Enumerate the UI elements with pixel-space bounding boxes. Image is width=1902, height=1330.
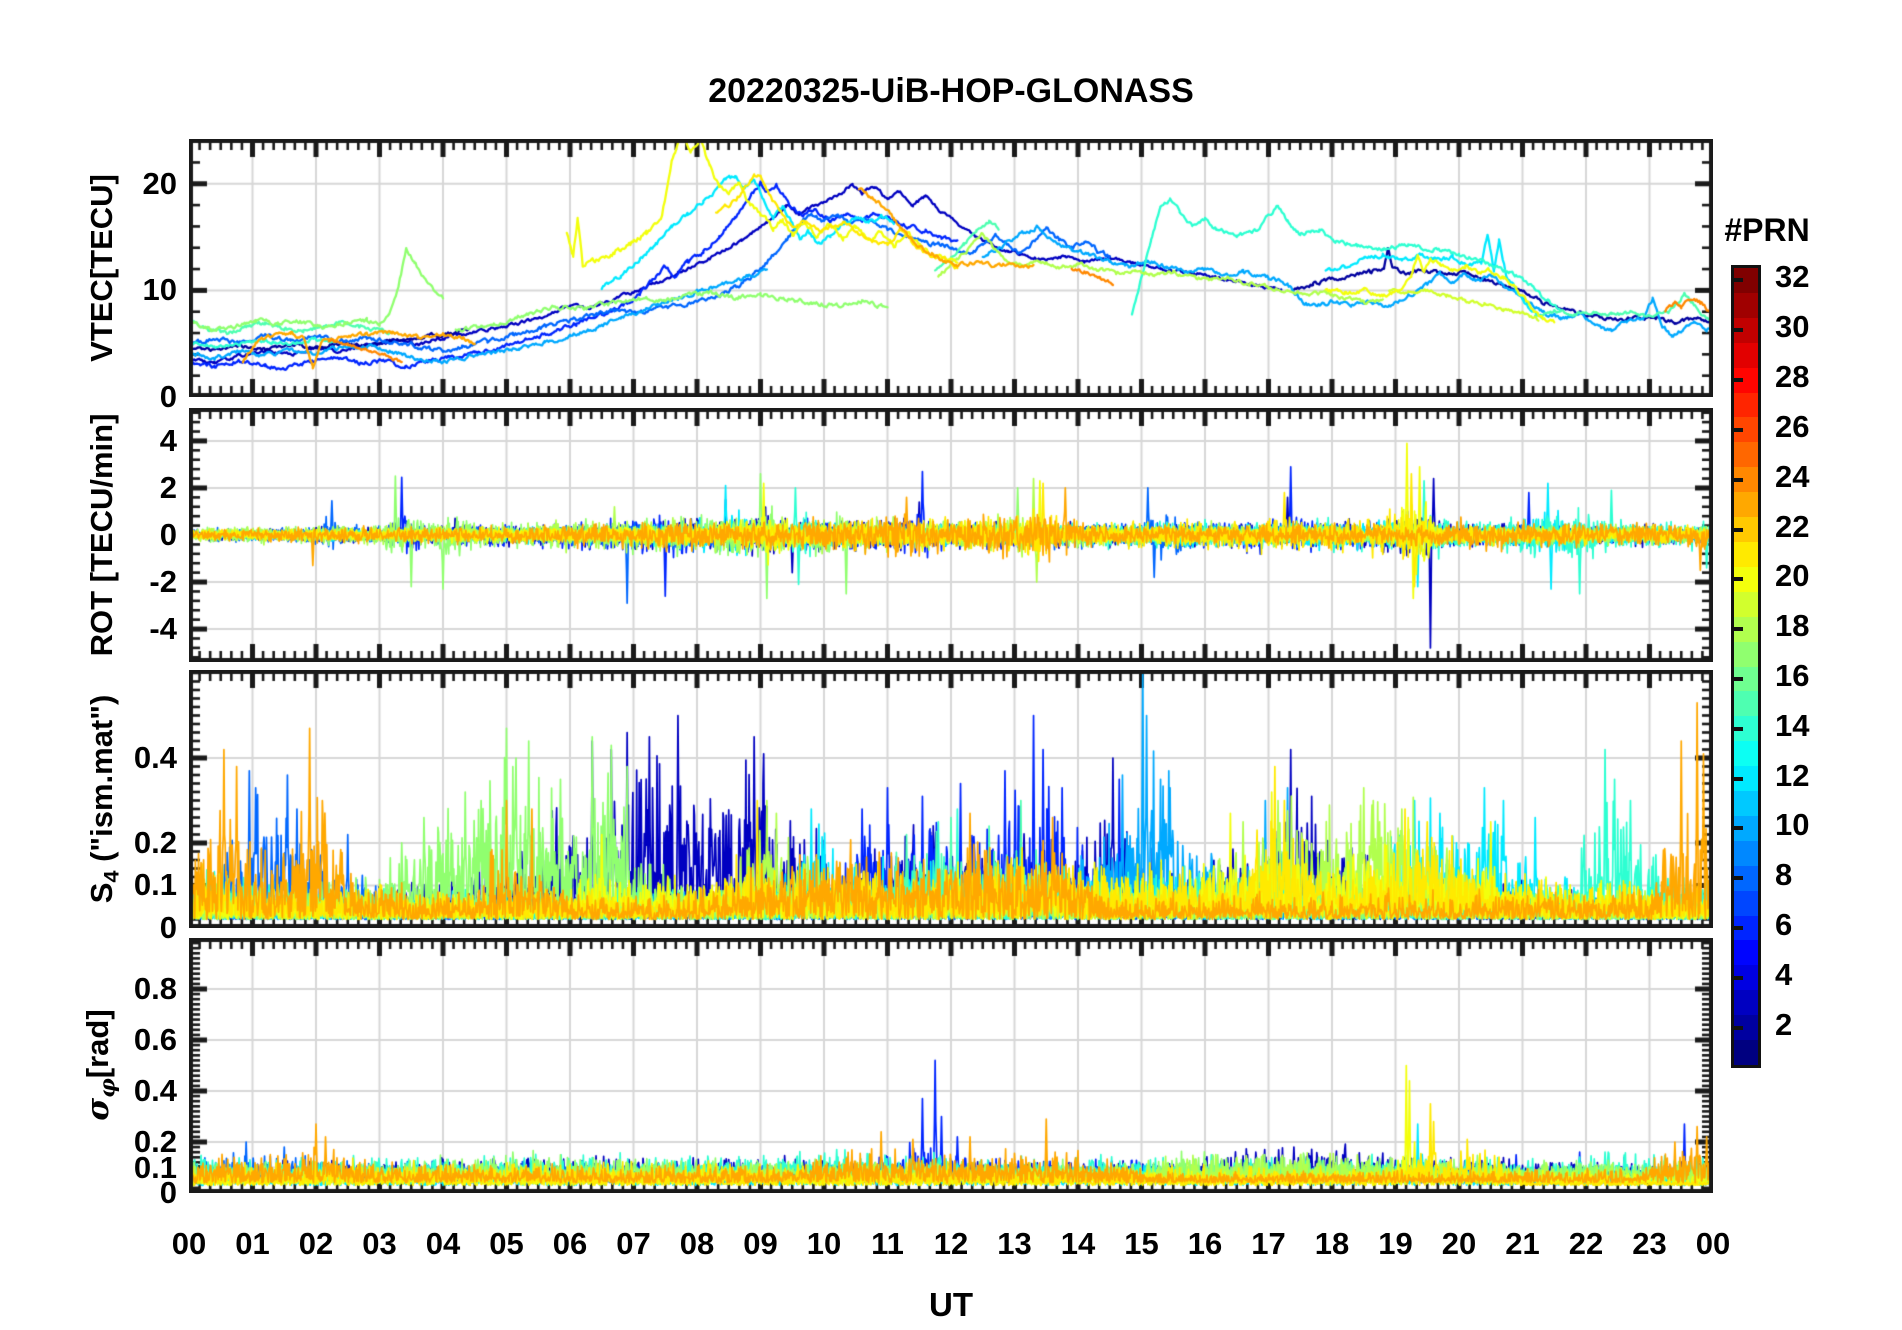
y-tick-label: 0.2 bbox=[133, 824, 177, 860]
y-tick-label: 0.2 bbox=[133, 1124, 177, 1159]
colorbar-cell bbox=[1734, 541, 1758, 567]
colorbar-tick-label: 28 bbox=[1775, 359, 1810, 395]
colorbar-tick-label: 16 bbox=[1775, 657, 1810, 693]
y-tick-label: 0.4 bbox=[133, 739, 177, 775]
colorbar-cell bbox=[1734, 342, 1758, 368]
colorbar-tick bbox=[1734, 427, 1743, 432]
x-tick-label: 00 bbox=[1695, 1226, 1731, 1261]
colorbar-tick bbox=[1734, 627, 1743, 632]
colorbar-tick-label: 26 bbox=[1775, 408, 1810, 444]
y-tick-label: 2 bbox=[159, 469, 177, 505]
colorbar-cell bbox=[1734, 641, 1758, 667]
colorbar-tick-label: 18 bbox=[1775, 608, 1810, 644]
colorbar-tick bbox=[1734, 328, 1743, 333]
y-axis-label-text: VTEC[TECU] bbox=[83, 174, 119, 362]
colorbar-tick bbox=[1734, 676, 1743, 681]
y-tick-label: -4 bbox=[149, 611, 177, 647]
y-tick-label: 4 bbox=[159, 422, 177, 458]
figure: 20220325-UiB-HOP-GLONASS VTEC[TECU] ROT … bbox=[0, 0, 1902, 1330]
panel-vtec bbox=[189, 139, 1713, 397]
colorbar-tick-label: 32 bbox=[1775, 259, 1810, 295]
s4-plot-canvas bbox=[189, 670, 1713, 928]
colorbar-cell bbox=[1734, 840, 1758, 866]
y-tick-label: 0 bbox=[159, 517, 177, 552]
colorbar-cell bbox=[1734, 1040, 1758, 1065]
y-axis-label-vtec: VTEC[TECU] bbox=[84, 174, 125, 362]
rot-plot-canvas bbox=[189, 408, 1713, 662]
colorbar-tick-label: 20 bbox=[1775, 558, 1810, 594]
y-tick-label: 0 bbox=[159, 910, 177, 945]
colorbar-cell bbox=[1734, 890, 1758, 916]
colorbar-tick bbox=[1734, 926, 1743, 931]
colorbar-tick-label: 6 bbox=[1775, 907, 1793, 943]
vtec-plot-canvas bbox=[189, 139, 1713, 397]
colorbar-cell bbox=[1734, 392, 1758, 418]
colorbar-cell bbox=[1734, 990, 1758, 1016]
colorbar-tick bbox=[1734, 776, 1743, 781]
prn-colorbar bbox=[1731, 265, 1761, 1068]
y-tick-label: 0.6 bbox=[133, 1022, 177, 1057]
panel-rot bbox=[189, 408, 1713, 662]
page-title: 20220325-UiB-HOP-GLONASS bbox=[708, 72, 1194, 110]
colorbar-cell bbox=[1734, 442, 1758, 468]
colorbar-tick bbox=[1734, 975, 1743, 980]
colorbar-tick-label: 8 bbox=[1775, 857, 1793, 893]
colorbar-cell bbox=[1734, 741, 1758, 767]
colorbar-tick-label: 10 bbox=[1775, 807, 1810, 843]
colorbar-title: #PRN bbox=[1724, 212, 1810, 248]
colorbar-tick-label: 22 bbox=[1775, 508, 1810, 544]
y-tick-label: 0 bbox=[159, 379, 177, 414]
panel-sig bbox=[189, 938, 1713, 1193]
sigma-phi-plot-canvas bbox=[189, 938, 1713, 1193]
colorbar-tick bbox=[1734, 278, 1743, 283]
y-tick-label: 0.1 bbox=[133, 867, 177, 903]
colorbar-tick-label: 14 bbox=[1775, 707, 1810, 743]
colorbar-tick bbox=[1734, 1025, 1743, 1030]
colorbar-tick-label: 12 bbox=[1775, 757, 1810, 793]
colorbar-cell bbox=[1734, 940, 1758, 966]
y-tick-label: 20 bbox=[142, 165, 177, 201]
colorbar-gradient bbox=[1734, 268, 1758, 1065]
x-axis-label: UT bbox=[929, 1286, 973, 1323]
colorbar-tick bbox=[1734, 876, 1743, 881]
y-tick-label: -2 bbox=[149, 564, 177, 600]
colorbar-cell bbox=[1734, 492, 1758, 518]
colorbar-tick-label: 24 bbox=[1775, 458, 1810, 494]
y-tick-label: 10 bbox=[142, 272, 177, 308]
colorbar-cell bbox=[1734, 591, 1758, 617]
colorbar-tick-label: 4 bbox=[1775, 956, 1793, 992]
colorbar-cell bbox=[1734, 791, 1758, 816]
colorbar-tick bbox=[1734, 826, 1743, 831]
colorbar-tick bbox=[1734, 577, 1743, 582]
colorbar-tick-label: 30 bbox=[1775, 309, 1810, 345]
colorbar-tick bbox=[1734, 726, 1743, 731]
colorbar-tick bbox=[1734, 378, 1743, 383]
y-tick-label: 0.8 bbox=[133, 971, 177, 1006]
colorbar-cell bbox=[1734, 292, 1758, 318]
colorbar-cell bbox=[1734, 691, 1758, 717]
colorbar-tick-label: 2 bbox=[1775, 1006, 1793, 1042]
colorbar-tick bbox=[1734, 527, 1743, 532]
y-tick-label: 0.4 bbox=[133, 1073, 177, 1108]
colorbar-tick bbox=[1734, 477, 1743, 482]
panel-s4 bbox=[189, 670, 1713, 928]
